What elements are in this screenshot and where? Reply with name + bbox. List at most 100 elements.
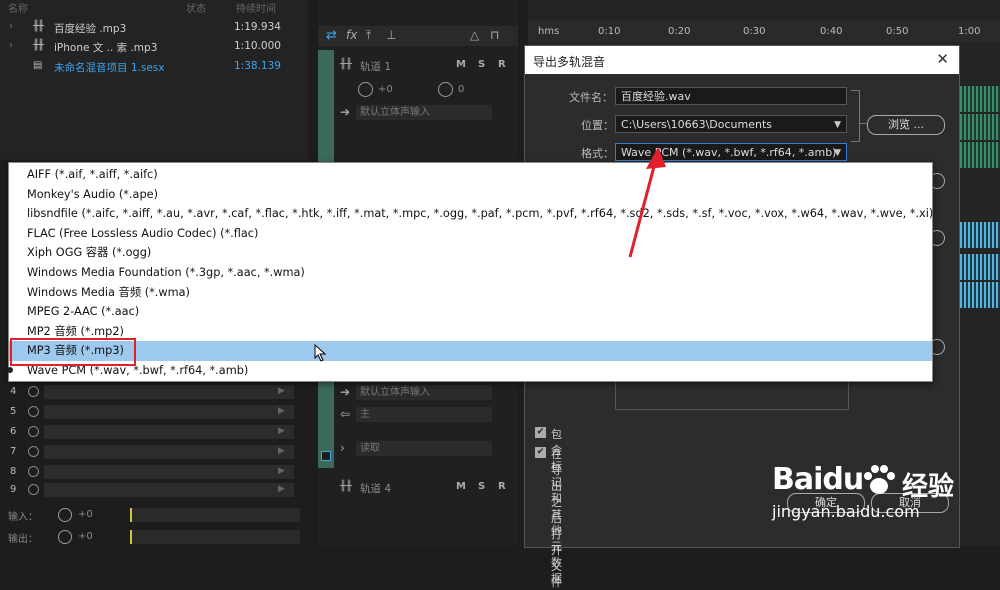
mute-button[interactable]: M xyxy=(456,59,466,70)
chevron-right-icon[interactable]: ▶ xyxy=(278,386,285,396)
power-icon[interactable] xyxy=(28,446,39,457)
format-option[interactable]: MPEG 2-AAC (*.aac) xyxy=(9,302,932,322)
file-row[interactable]: ▤ 未命名混音项目 1.sesx 1:38.139 xyxy=(0,57,308,76)
dialog-titlebar: 导出多轨混音 ✕ xyxy=(525,46,959,74)
chevron-right-icon[interactable]: › xyxy=(9,21,13,32)
selected-bullet-icon xyxy=(7,367,13,373)
automation-mode-select[interactable]: 读取 xyxy=(356,441,492,456)
file-duration: 1:10.000 xyxy=(234,40,281,52)
ruler-label: 0:30 xyxy=(743,26,766,37)
chevron-right-icon[interactable]: ▶ xyxy=(278,466,285,476)
checkbox-checked-icon[interactable]: ✔ xyxy=(535,447,546,458)
chevron-right-icon[interactable]: ▶ xyxy=(278,484,285,494)
format-option-label: Windows Media 音频 (*.wma) xyxy=(27,285,190,299)
input-arrow-icon: ➔ xyxy=(340,385,351,399)
chevron-right-icon[interactable]: ▶ xyxy=(278,406,285,416)
channel-bar[interactable] xyxy=(44,405,294,419)
format-option[interactable]: AIFF (*.aif, *.aiff, *.aifc) xyxy=(9,165,932,185)
mute-button[interactable]: M xyxy=(456,481,466,492)
output-label: 输出： xyxy=(8,534,38,545)
metronome-icon[interactable]: △ xyxy=(470,28,479,42)
file-row[interactable]: › ╫╫ 百度经验 .mp3 1:19.934 xyxy=(0,18,308,37)
chevron-right-icon[interactable]: ▶ xyxy=(278,446,285,456)
channel-bar[interactable] xyxy=(44,385,294,399)
watermark-brand: Baidu xyxy=(772,462,864,497)
location-select[interactable]: C:\Users\10663\Documents ▼ xyxy=(615,115,847,133)
format-option[interactable]: Monkey's Audio (*.ape) xyxy=(9,185,932,205)
track-handle[interactable] xyxy=(321,451,331,461)
pan-knob[interactable] xyxy=(438,82,453,97)
track-input-select[interactable]: 默认立体声输入 xyxy=(356,105,492,120)
chevron-right-icon[interactable]: › xyxy=(9,40,13,51)
channel-bar[interactable] xyxy=(44,483,294,497)
output-gain-value: +0 xyxy=(78,531,93,542)
file-row[interactable]: › ╫╫ iPhone 文 .. 索 .mp3 1:10.000 xyxy=(0,37,308,56)
chevron-down-icon[interactable]: ▼ xyxy=(834,144,841,162)
format-option[interactable]: MP2 音频 (*.mp2) xyxy=(9,322,932,342)
snap-icon[interactable]: ⊓ xyxy=(490,28,499,42)
channel-bar[interactable] xyxy=(44,425,294,439)
multitrack-session-icon: ▤ xyxy=(33,60,43,71)
track-name[interactable]: 轨道 4 xyxy=(360,481,391,496)
checkbox-checked-icon[interactable]: ✔ xyxy=(535,427,546,438)
file-name: 百度经验 .mp3 xyxy=(54,23,127,35)
mixer-channel: 7 ▶ xyxy=(0,443,308,462)
power-icon[interactable] xyxy=(28,426,39,437)
format-option[interactable]: libsndfile (*.aifc, *.aiff, *.au, *.avr,… xyxy=(9,204,933,224)
power-icon[interactable] xyxy=(28,466,39,477)
format-option-label: MPEG 2-AAC (*.aac) xyxy=(27,305,140,319)
format-option-selected[interactable]: Wave PCM (*.wav, *.bwf, *.rf64, *.amb) xyxy=(7,361,932,381)
channel-bar[interactable] xyxy=(44,445,294,459)
record-button[interactable]: R xyxy=(498,481,506,492)
chevron-right-icon[interactable]: ▶ xyxy=(278,426,285,436)
audio-wave-icon: ╫╫ xyxy=(33,40,44,51)
format-option-highlighted[interactable]: MP3 音频 (*.mp3) xyxy=(9,341,932,361)
ruler-label: 0:10 xyxy=(598,26,621,37)
eq-icon[interactable]: ⊥ xyxy=(386,28,396,42)
power-icon[interactable] xyxy=(28,406,39,417)
track-output-select[interactable]: 主 xyxy=(356,407,492,422)
track-name[interactable]: 轨道 1 xyxy=(360,59,391,74)
browse-button[interactable]: 浏览 ... xyxy=(867,115,945,135)
fx-icon[interactable]: fx xyxy=(346,28,357,42)
format-option[interactable]: FLAC (Free Lossless Audio Codec) (*.flac… xyxy=(9,224,932,244)
waveform-clip[interactable] xyxy=(960,254,1000,280)
swap-icon[interactable]: ⇄ xyxy=(326,28,337,43)
column-header-duration[interactable]: 持续时间 xyxy=(236,0,276,15)
watermark-site: jingyan.baidu.com xyxy=(772,502,920,521)
waveform-clip[interactable] xyxy=(960,86,1000,112)
input-label: 输入： xyxy=(8,512,38,523)
location-label: 位置： xyxy=(581,119,614,132)
column-header-status[interactable]: 状态 xyxy=(186,0,206,15)
chevron-down-icon[interactable]: ▼ xyxy=(834,116,841,134)
track-header-4: ╫╫ 轨道 4 M S R xyxy=(338,478,508,498)
filename-field[interactable]: 百度经验.wav xyxy=(615,87,847,105)
ruler-label: 0:40 xyxy=(820,26,843,37)
file-duration: 1:38.139 xyxy=(234,60,281,72)
annotation-arrow-icon xyxy=(628,147,666,258)
output-knob[interactable] xyxy=(58,530,72,544)
format-option-label: Windows Media Foundation (*.3gp, *.aac, … xyxy=(27,266,305,279)
chevron-right-icon[interactable]: › xyxy=(340,441,345,455)
waveform-clip[interactable] xyxy=(960,142,1000,168)
volume-knob[interactable] xyxy=(358,82,373,97)
input-knob[interactable] xyxy=(58,508,72,522)
solo-button[interactable]: S xyxy=(478,59,485,70)
send-icon[interactable]: ⤒ xyxy=(366,28,371,43)
column-header-name[interactable]: 名称 xyxy=(8,0,28,15)
record-button[interactable]: R xyxy=(498,59,506,70)
close-icon[interactable]: ✕ xyxy=(936,50,949,68)
track-input-select[interactable]: 默认立体声输入 xyxy=(356,385,492,400)
channel-bar[interactable] xyxy=(44,465,294,479)
power-icon[interactable] xyxy=(28,386,39,397)
track-header-1: ╫╫ 轨道 1 M S R xyxy=(338,56,508,76)
waveform-clip[interactable] xyxy=(960,222,1000,248)
solo-button[interactable]: S xyxy=(478,481,485,492)
ruler-label: 0:50 xyxy=(886,26,909,37)
power-icon[interactable] xyxy=(28,484,39,495)
format-option[interactable]: Windows Media Foundation (*.3gp, *.aac, … xyxy=(9,263,932,283)
waveform-clip[interactable] xyxy=(960,114,1000,140)
waveform-clip[interactable] xyxy=(960,282,1000,308)
format-option[interactable]: Windows Media 音频 (*.wma) xyxy=(9,283,932,303)
format-option[interactable]: Xiph OGG 容器 (*.ogg) xyxy=(9,243,932,263)
